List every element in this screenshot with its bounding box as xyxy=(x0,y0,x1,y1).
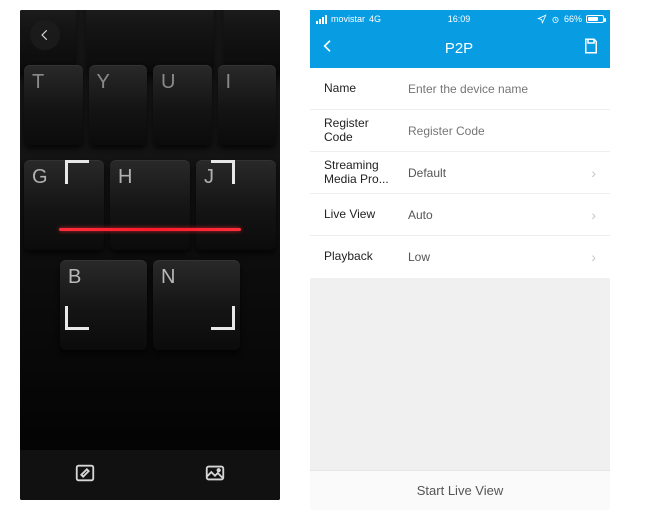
chevron-right-icon: › xyxy=(591,165,596,181)
battery-percent: 66% xyxy=(564,14,582,24)
row-streaming-protocol[interactable]: Streaming Media Pro... Default › xyxy=(310,152,610,194)
form: Name Register Code Streaming Media Pro..… xyxy=(310,68,610,278)
manual-entry-button[interactable] xyxy=(74,462,96,489)
gallery-button[interactable] xyxy=(204,462,226,489)
page-title: P2P xyxy=(445,40,473,57)
name-input[interactable] xyxy=(408,82,596,96)
signal-icon xyxy=(316,15,327,24)
p2p-phone: movistar 4G 16:09 66% P2P Name xyxy=(310,10,610,510)
row-register-code[interactable]: Register Code xyxy=(310,110,610,152)
empty-area xyxy=(310,278,610,470)
scanner-toolbar xyxy=(20,450,280,500)
frame-corner xyxy=(65,306,89,330)
chevron-right-icon: › xyxy=(591,207,596,223)
row-live-view[interactable]: Live View Auto › xyxy=(310,194,610,236)
network-label: 4G xyxy=(369,14,381,24)
field-value: Default xyxy=(408,166,581,180)
key: 7 xyxy=(86,10,214,72)
field-label: Register Code xyxy=(324,117,398,145)
back-button[interactable] xyxy=(30,20,60,50)
register-code-input[interactable] xyxy=(408,124,596,138)
key: Y xyxy=(89,65,148,145)
field-value: Auto xyxy=(408,208,581,222)
back-chevron-icon xyxy=(320,38,336,54)
key: 8 xyxy=(224,10,280,72)
gallery-icon xyxy=(204,462,226,484)
status-bar: movistar 4G 16:09 66% xyxy=(310,10,610,28)
back-chevron-icon xyxy=(38,28,52,42)
nav-back-button[interactable] xyxy=(320,38,336,58)
nav-bar: P2P xyxy=(310,28,610,68)
key-row: T Y U I xyxy=(20,65,280,145)
clock: 16:09 xyxy=(448,14,471,24)
location-icon xyxy=(537,14,547,24)
field-label: Streaming Media Pro... xyxy=(324,159,398,187)
field-value: Low xyxy=(408,250,581,264)
field-label: Playback xyxy=(324,250,398,264)
frame-corner xyxy=(211,306,235,330)
chevron-right-icon: › xyxy=(591,249,596,265)
field-label: Name xyxy=(324,82,398,96)
scan-line xyxy=(59,228,241,231)
carrier-label: movistar xyxy=(331,14,365,24)
alarm-icon xyxy=(551,15,560,24)
scanner-phone: 6 7 8 T Y U I G H J B N xyxy=(20,10,280,500)
start-live-view-button[interactable]: Start Live View xyxy=(310,470,610,510)
key: U xyxy=(153,65,212,145)
field-label: Live View xyxy=(324,208,398,222)
scan-frame xyxy=(65,160,235,330)
nav-save-button[interactable] xyxy=(582,37,600,59)
row-name[interactable]: Name xyxy=(310,68,610,110)
key: I xyxy=(218,65,277,145)
edit-icon xyxy=(74,462,96,484)
frame-corner xyxy=(211,160,235,184)
row-playback[interactable]: Playback Low › xyxy=(310,236,610,278)
frame-corner xyxy=(65,160,89,184)
key: T xyxy=(24,65,83,145)
battery-icon xyxy=(586,15,604,23)
key-row: 6 7 8 xyxy=(20,10,280,72)
save-icon xyxy=(582,37,600,55)
